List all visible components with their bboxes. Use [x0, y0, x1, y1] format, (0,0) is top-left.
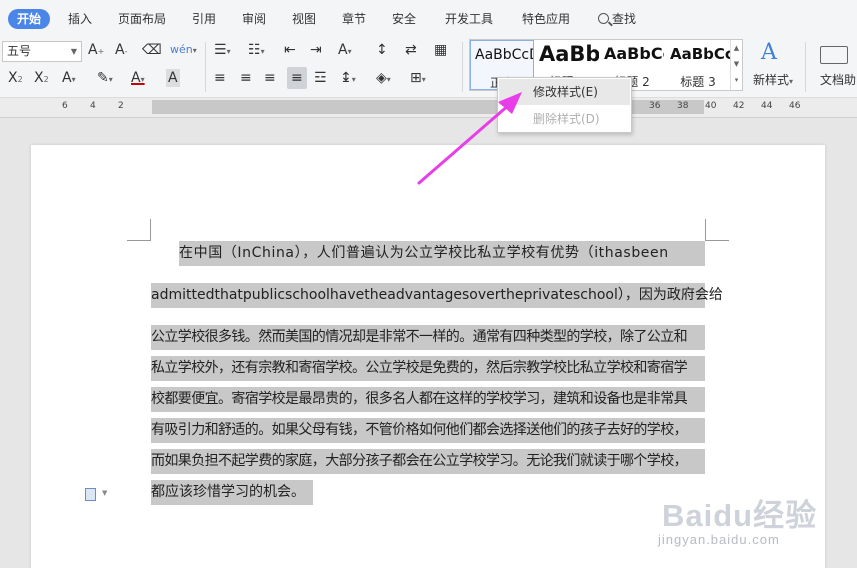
- char-shading-icon[interactable]: A: [166, 69, 180, 87]
- new-style-icon[interactable]: A: [761, 40, 777, 65]
- align-right-icon[interactable]: ≡: [264, 69, 276, 87]
- tab-insert[interactable]: 插入: [68, 9, 92, 29]
- text-line: 有吸引力和舒适的。如果父母有钱，不管价格如何他们都会选择送他们的孩子去好的学校，: [151, 418, 705, 443]
- tab-references[interactable]: 引用: [192, 9, 216, 29]
- font-size-select[interactable]: 五号 ▼: [2, 41, 82, 62]
- ruler-tick: 6: [62, 101, 68, 111]
- ruler-tick: 4: [90, 101, 96, 111]
- gallery-scrollbar[interactable]: ▲ ▼ ▾: [730, 40, 742, 90]
- font-color-icon[interactable]: A▾: [131, 69, 145, 89]
- chevron-down-icon: ▼: [70, 47, 77, 56]
- show-marks-icon[interactable]: ⇄: [405, 41, 417, 59]
- style-context-menu: 修改样式(E) 删除样式(D): [497, 77, 632, 133]
- ruler-tick: 44: [761, 101, 773, 111]
- align-left-icon[interactable]: ≡: [214, 69, 226, 87]
- shading-icon[interactable]: ◈▾: [376, 69, 391, 89]
- ruler-tick: 42: [733, 101, 745, 111]
- menu-bar: 开始 插入 页面布局 引用 审阅 视图 章节 安全 开发工具 特色应用 查找: [0, 0, 857, 36]
- tab-page-layout[interactable]: 页面布局: [118, 9, 166, 29]
- bullet-list-icon[interactable]: ☰▾: [214, 41, 231, 61]
- margin-corner: [705, 219, 729, 241]
- decrease-indent-icon[interactable]: ⇤: [284, 41, 296, 59]
- increase-font-icon[interactable]: A+: [88, 41, 104, 61]
- new-style-button[interactable]: 新样式▾: [753, 71, 793, 91]
- toolbar-separator: [205, 42, 206, 92]
- tab-sections[interactable]: 章节: [342, 9, 366, 29]
- justify-icon[interactable]: ≡: [287, 67, 307, 89]
- toolbar-separator: [462, 42, 463, 92]
- text-line: 公立学校很多钱。然而美国的情况却是非常不一样的。通常有四种类型的学校，除了公立和: [151, 325, 705, 350]
- borders-icon[interactable]: ⊞▾: [410, 69, 426, 89]
- tab-special-apps[interactable]: 特色应用: [522, 9, 570, 29]
- ruler-tick: 36: [649, 101, 661, 111]
- doc-helper-icon[interactable]: [820, 46, 848, 64]
- search-label: 查找: [612, 12, 637, 26]
- chevron-down-icon[interactable]: ▼: [102, 489, 107, 497]
- font-size-value: 五号: [7, 44, 32, 58]
- eraser-icon[interactable]: ⌫: [142, 41, 162, 59]
- tab-review[interactable]: 审阅: [242, 9, 266, 29]
- ribbon-toolbar: 五号 ▼ A+ A- ⌫ wén▾ X2 X2 A▾ ✎▾ A▾ A ☰▾ ☷▾…: [0, 36, 857, 98]
- ruler-tick: 46: [789, 101, 801, 111]
- text-effect-icon[interactable]: A▾: [62, 69, 76, 89]
- text-line: 私立学校外，还有宗教和寄宿学校。公立学校是免费的，然后宗教学校比私立学校和寄宿学: [151, 356, 705, 381]
- tab-developer[interactable]: 开发工具: [445, 9, 493, 29]
- pinyin-icon[interactable]: wén▾: [170, 41, 197, 60]
- align-center-icon[interactable]: ≡: [240, 69, 252, 87]
- delete-style-menu-item[interactable]: 删除样式(D): [499, 106, 630, 132]
- search-button[interactable]: 查找: [598, 9, 636, 29]
- table-borders-icon[interactable]: ▦: [434, 41, 447, 59]
- increase-indent-icon[interactable]: ⇥: [310, 41, 322, 59]
- line-spacing-icon[interactable]: ↨▾: [340, 69, 356, 89]
- text-line: admittedthatpublicschoolhavetheadvantage…: [151, 283, 723, 308]
- text-line: 校都要便宜。寄宿学校是最昂贵的，很多名人都在这样的学校学习，建筑和设备也是非常具: [151, 387, 705, 412]
- chinese-layout-icon[interactable]: A▾: [338, 41, 352, 61]
- doc-helper-button[interactable]: 文档助: [820, 71, 856, 89]
- modify-style-menu-item[interactable]: 修改样式(E): [499, 79, 630, 105]
- numbered-list-icon[interactable]: ☷▾: [248, 41, 265, 61]
- decrease-font-icon[interactable]: A-: [115, 41, 127, 61]
- tab-view[interactable]: 视图: [292, 9, 316, 29]
- text-line: 在中国（InChina），人们普遍认为公立学校比私立学校有优势（ithasbee…: [179, 241, 705, 266]
- distributed-icon[interactable]: ☲: [314, 69, 327, 87]
- ruler-tick: 40: [705, 101, 717, 111]
- superscript-icon[interactable]: X2: [8, 69, 23, 89]
- ruler-tick: 38: [677, 101, 689, 111]
- subscript-icon[interactable]: X2: [34, 69, 49, 89]
- watermark: Baidu经验 jingyan.baidu.com: [632, 490, 822, 565]
- toolbar-separator: [805, 42, 806, 92]
- tab-security[interactable]: 安全: [392, 9, 416, 29]
- watermark-logo: Baidu经验: [662, 498, 818, 533]
- ruler-tick: 2: [118, 101, 124, 111]
- search-icon: [598, 13, 609, 24]
- watermark-url: jingyan.baidu.com: [658, 532, 780, 547]
- margin-corner: [127, 219, 151, 241]
- horizontal-ruler[interactable]: 6 4 2 36 38 40 42 44 46: [0, 98, 857, 118]
- text-line: 而如果负担不起学费的家庭，大部分孩子都会在公立学校学习。无论我们就读于哪个学校，: [151, 449, 705, 474]
- highlight-icon[interactable]: ✎▾: [97, 69, 113, 89]
- text-line: 都应该珍惜学习的机会。: [151, 480, 313, 505]
- style-heading-3[interactable]: AaBbCc 标题 3: [666, 40, 730, 90]
- document-icon[interactable]: [85, 488, 96, 501]
- sort-icon[interactable]: ↕: [376, 41, 388, 59]
- tab-home[interactable]: 开始: [8, 9, 51, 29]
